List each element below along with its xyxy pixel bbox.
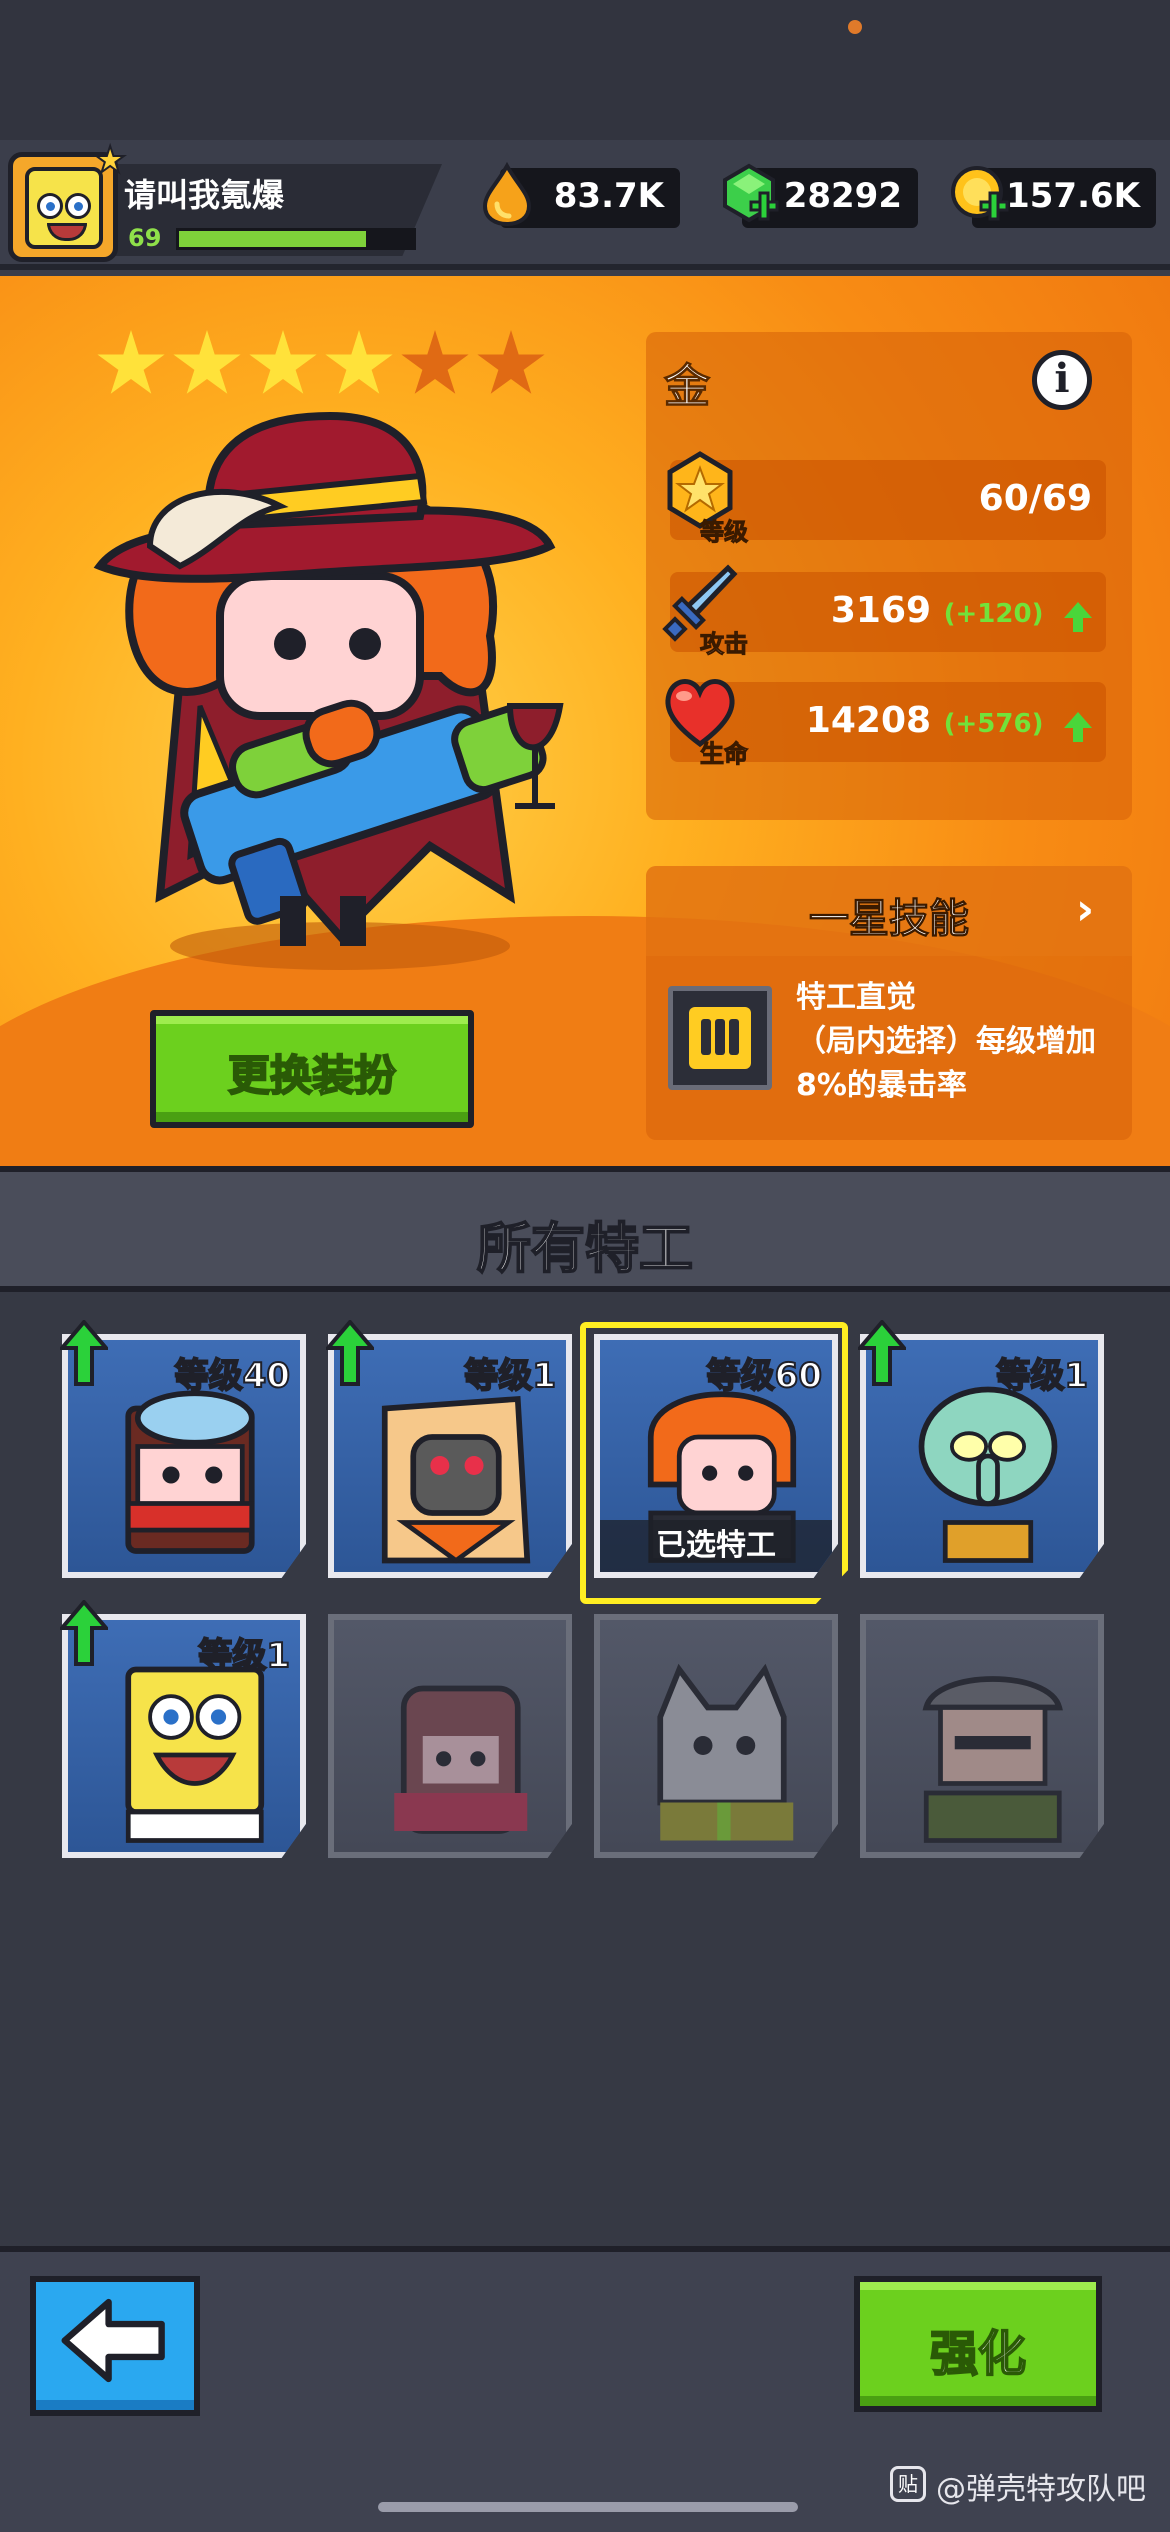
stat-row-attack: 攻击 3169 (+120) xyxy=(662,564,1106,659)
skill-panel: 一星技能 › 特工直觉 （局内选择）每级增加8%的暴击率 xyxy=(646,866,1132,1140)
player-name: 请叫我氪爆 xyxy=(124,176,285,214)
upgrade-available-arrow-icon xyxy=(323,1318,377,1390)
vip-star-icon: ★ xyxy=(93,139,127,182)
stat-row-level: 等级 60/69 xyxy=(667,451,1106,547)
gem-amount: 28292 xyxy=(783,176,902,216)
status-bar xyxy=(0,0,1170,140)
upgrade-available-arrow-icon xyxy=(855,1318,909,1390)
xp-bar-fill xyxy=(179,231,367,247)
chevron-right-icon: › xyxy=(1076,884,1095,935)
hp-value: 14208 xyxy=(805,700,932,741)
hero-name: 金 xyxy=(664,359,711,414)
attack-value: 3169 xyxy=(830,590,932,631)
agents-section-header: 所有特工 xyxy=(0,1166,1170,1292)
watermark-text: @弹壳特攻队吧 xyxy=(936,2472,1146,2507)
stat-row-hp: 生命 14208 (+576) xyxy=(665,679,1106,769)
agent-portrait xyxy=(394,1685,528,1834)
attack-bonus: (+120) xyxy=(943,599,1044,629)
level-label: 等级 xyxy=(700,518,749,547)
skill-title: 一星技能 xyxy=(809,896,970,943)
oil-amount: 83.7K xyxy=(553,176,664,216)
recording-indicator-dot xyxy=(848,20,862,34)
upgrade-available-arrow-icon xyxy=(57,1598,111,1670)
upgrade-available-arrow-icon xyxy=(57,1318,111,1390)
oil-counter[interactable]: 83.7K xyxy=(482,162,680,228)
agent-level-label: 等级40 xyxy=(174,1355,291,1397)
avatar-eye xyxy=(65,193,91,219)
gem-plus-icon xyxy=(723,163,779,223)
gold-counter[interactable]: 157.6K xyxy=(951,166,1156,228)
upgrade-button[interactable]: 强化 xyxy=(854,2276,1102,2412)
hp-label: 生命 xyxy=(700,740,749,769)
player-level: 69 xyxy=(128,224,162,252)
gold-amount: 157.6K xyxy=(1006,176,1140,216)
avatar-mouth xyxy=(47,223,87,241)
change-outfit-label: 更换装扮 xyxy=(227,1050,397,1101)
up-arrow-icon xyxy=(1064,712,1092,742)
hero-stats-panel: 金 i 等级 60/69 攻击 3169 (+120) 生命 14208 (+5… xyxy=(646,332,1132,820)
agent-portrait xyxy=(918,1386,1058,1563)
bottom-bar: 强化 贴 @弹壳特攻队吧 xyxy=(0,2246,1170,2532)
attack-value-group: 3169 (+120) xyxy=(830,590,1092,632)
oil-drop-icon xyxy=(482,162,532,227)
back-button[interactable] xyxy=(30,2276,200,2416)
change-outfit-button[interactable]: 更换装扮 xyxy=(150,1010,474,1128)
hero-showcase: 金 i 等级 60/69 攻击 3169 (+120) 生命 14208 (+5… xyxy=(0,276,1170,1166)
up-arrow-icon xyxy=(1064,602,1092,632)
agent-portrait xyxy=(922,1676,1063,1843)
skill-description: 特工直觉 （局内选择）每级增加8%的暴击率 xyxy=(796,980,1096,1103)
skill-header-button[interactable]: 一星技能 › xyxy=(646,866,1132,956)
home-indicator[interactable] xyxy=(378,2502,798,2512)
selected-agent-highlight xyxy=(580,1322,848,1604)
agent-portrait xyxy=(657,1663,794,1841)
agent-card-locked[interactable] xyxy=(860,1614,1104,1858)
top-bar: ★ 请叫我氪爆 69 83.7K 28292 157.6K xyxy=(0,139,1170,270)
info-button[interactable]: i xyxy=(1032,350,1092,410)
xp-bar xyxy=(176,228,416,250)
avatar-eye xyxy=(37,193,63,219)
agents-section-title: 所有特工 xyxy=(476,1216,694,1281)
hp-bonus: (+576) xyxy=(943,709,1044,739)
agent-level-label: 等级1 xyxy=(197,1635,291,1677)
tieba-logo-icon: 贴 xyxy=(890,2466,926,2502)
agent-portrait xyxy=(125,1666,265,1843)
agent-card-locked[interactable] xyxy=(328,1614,572,1858)
avatar-face xyxy=(25,167,103,249)
agent-level-label: 等级1 xyxy=(463,1355,557,1397)
agent-level-label: 等级1 xyxy=(995,1355,1089,1397)
arrow-left-icon xyxy=(61,2298,165,2383)
upgrade-label: 强化 xyxy=(929,2325,1027,2383)
gem-counter[interactable]: 28292 xyxy=(723,163,918,228)
skill-alert-icon xyxy=(668,986,772,1090)
level-value: 60/69 xyxy=(978,478,1092,519)
gold-coin-plus-icon xyxy=(951,166,1009,221)
agent-portrait xyxy=(381,1395,531,1564)
agent-card-locked[interactable] xyxy=(594,1614,838,1858)
hp-value-group: 14208 (+576) xyxy=(805,700,1092,742)
agent-portrait xyxy=(125,1390,255,1554)
hero-character-illustration xyxy=(93,411,564,970)
attack-label: 攻击 xyxy=(700,630,749,659)
